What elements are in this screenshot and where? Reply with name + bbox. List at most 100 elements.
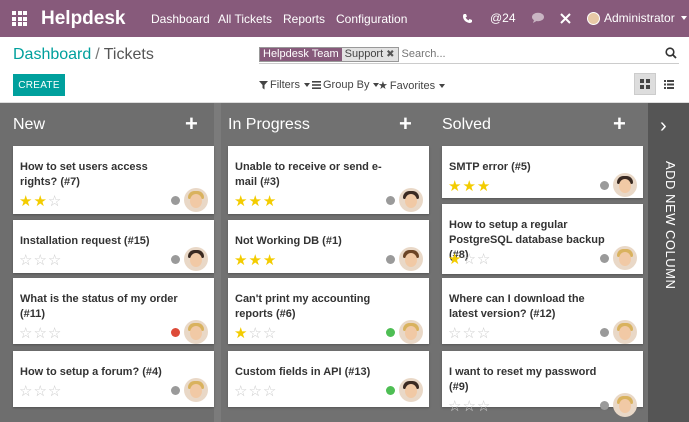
priority-stars[interactable]: ☆☆☆ xyxy=(19,251,62,269)
star-filled-icon[interactable]: ★ xyxy=(19,193,33,210)
priority-stars[interactable]: ★★★ xyxy=(448,177,491,195)
priority-stars[interactable]: ★★★ xyxy=(234,251,277,269)
chat-icon[interactable] xyxy=(531,12,545,24)
star-empty-icon[interactable]: ☆ xyxy=(48,252,62,269)
priority-stars[interactable]: ☆☆☆ xyxy=(19,324,62,342)
star-filled-icon[interactable]: ★ xyxy=(234,193,248,210)
user-menu[interactable]: Administrator xyxy=(587,11,687,25)
kanban-state-dot[interactable] xyxy=(171,255,180,264)
chevron-down-icon xyxy=(439,83,446,88)
priority-stars[interactable]: ☆☆☆ xyxy=(448,397,491,415)
star-empty-icon[interactable]: ☆ xyxy=(19,383,33,400)
kanban-state-dot[interactable] xyxy=(600,181,609,190)
star-filled-icon[interactable]: ★ xyxy=(477,178,491,195)
ticket-card[interactable]: How to setup a regular PostgreSQL databa… xyxy=(442,204,643,274)
star-empty-icon[interactable]: ☆ xyxy=(477,325,491,342)
star-empty-icon[interactable]: ☆ xyxy=(48,193,62,210)
star-empty-icon[interactable]: ☆ xyxy=(462,251,476,268)
kanban-state-dot[interactable] xyxy=(386,328,395,337)
favorites-dropdown[interactable]: ★ Favorites xyxy=(378,79,446,92)
menu-dashboard[interactable]: Dashboard xyxy=(151,12,210,26)
kanban-state-dot[interactable] xyxy=(171,196,180,205)
column-add-icon[interactable]: + xyxy=(613,111,626,137)
menu-all-tickets[interactable]: All Tickets xyxy=(218,12,272,26)
priority-stars[interactable]: ☆☆☆ xyxy=(234,382,277,400)
star-empty-icon[interactable]: ☆ xyxy=(448,398,462,415)
star-empty-icon[interactable]: ☆ xyxy=(477,398,491,415)
kanban-state-dot[interactable] xyxy=(386,386,395,395)
star-filled-icon[interactable]: ★ xyxy=(263,193,277,210)
mentions-counter[interactable]: @24 xyxy=(490,11,516,25)
control-panel: Dashboard / Tickets CREATE Helpdesk Team S… xyxy=(0,37,689,103)
search-icon[interactable] xyxy=(665,47,677,59)
breadcrumb-dashboard[interactable]: Dashboard xyxy=(13,46,91,63)
star-filled-icon[interactable]: ★ xyxy=(248,252,262,269)
star-filled-icon[interactable]: ★ xyxy=(234,325,248,342)
star-filled-icon[interactable]: ★ xyxy=(234,252,248,269)
ticket-card[interactable]: I want to reset my password (#9) ☆☆☆ xyxy=(442,351,643,417)
add-new-column-button[interactable]: › ADD NEW COLUMN xyxy=(648,103,689,422)
star-filled-icon[interactable]: ★ xyxy=(448,251,462,268)
menu-configuration[interactable]: Configuration xyxy=(336,12,407,26)
search-input[interactable] xyxy=(401,48,642,60)
apps-grid-icon[interactable] xyxy=(12,11,27,26)
kanban-state-dot[interactable] xyxy=(386,255,395,264)
star-empty-icon[interactable]: ☆ xyxy=(33,383,47,400)
kanban-state-dot[interactable] xyxy=(600,401,609,410)
ticket-card[interactable]: What is the status of my order (#11) ☆☆☆ xyxy=(13,278,214,344)
list-view-button[interactable] xyxy=(658,73,680,95)
filters-dropdown[interactable]: Filters xyxy=(259,79,310,91)
ticket-card[interactable]: SMTP error (#5) ★★★ xyxy=(442,146,643,198)
tools-icon[interactable] xyxy=(560,13,571,24)
kanban-state-dot[interactable] xyxy=(386,196,395,205)
star-empty-icon[interactable]: ☆ xyxy=(248,325,262,342)
star-empty-icon[interactable]: ☆ xyxy=(462,398,476,415)
star-empty-icon[interactable]: ☆ xyxy=(48,383,62,400)
star-empty-icon[interactable]: ☆ xyxy=(263,325,277,342)
kanban-state-dot[interactable] xyxy=(171,328,180,337)
priority-stars[interactable]: ★★★ xyxy=(234,192,277,210)
star-empty-icon[interactable]: ☆ xyxy=(19,252,33,269)
star-empty-icon[interactable]: ☆ xyxy=(234,383,248,400)
star-empty-icon[interactable]: ☆ xyxy=(48,325,62,342)
ticket-card[interactable]: Unable to receive or send e-mail (#3) ★★★ xyxy=(228,146,429,214)
star-filled-icon[interactable]: ★ xyxy=(448,178,462,195)
column-add-icon[interactable]: + xyxy=(399,111,412,137)
kanban-state-dot[interactable] xyxy=(600,328,609,337)
star-empty-icon[interactable]: ☆ xyxy=(33,252,47,269)
star-empty-icon[interactable]: ☆ xyxy=(19,325,33,342)
star-empty-icon[interactable]: ☆ xyxy=(248,383,262,400)
kanban-view-button[interactable] xyxy=(634,73,656,95)
ticket-card[interactable]: Custom fields in API (#13) ☆☆☆ xyxy=(228,351,429,407)
kanban-state-dot[interactable] xyxy=(171,386,180,395)
star-empty-icon[interactable]: ☆ xyxy=(33,325,47,342)
menu-reports[interactable]: Reports xyxy=(283,12,325,26)
facet-remove-icon[interactable]: ✖ xyxy=(386,47,398,61)
ticket-title: Custom fields in API (#13) xyxy=(235,366,371,378)
ticket-card[interactable]: Not Working DB (#1) ★★★ xyxy=(228,220,429,273)
column-add-icon[interactable]: + xyxy=(185,111,198,137)
ticket-card[interactable]: Can't print my accounting reports (#6) ★☆… xyxy=(228,278,429,344)
star-empty-icon[interactable]: ☆ xyxy=(462,325,476,342)
phone-icon[interactable] xyxy=(462,13,473,24)
create-button[interactable]: CREATE xyxy=(13,74,65,96)
star-filled-icon[interactable]: ★ xyxy=(263,252,277,269)
ticket-card[interactable]: Installation request (#15) ☆☆☆ xyxy=(13,220,214,273)
priority-stars[interactable]: ☆☆☆ xyxy=(19,382,62,400)
ticket-card[interactable]: Where can I download the latest version?… xyxy=(442,278,643,344)
star-empty-icon[interactable]: ☆ xyxy=(477,251,491,268)
priority-stars[interactable]: ☆☆☆ xyxy=(448,324,491,342)
ticket-card[interactable]: How to setup a forum? (#4) ☆☆☆ xyxy=(13,351,214,407)
kanban-state-dot[interactable] xyxy=(600,254,609,263)
assignee-avatar xyxy=(613,393,637,417)
priority-stars[interactable]: ★★☆ xyxy=(19,192,62,210)
star-filled-icon[interactable]: ★ xyxy=(33,193,47,210)
star-filled-icon[interactable]: ★ xyxy=(462,178,476,195)
star-filled-icon[interactable]: ★ xyxy=(248,193,262,210)
star-empty-icon[interactable]: ☆ xyxy=(263,383,277,400)
priority-stars[interactable]: ★☆☆ xyxy=(234,324,277,342)
star-empty-icon[interactable]: ☆ xyxy=(448,325,462,342)
ticket-card[interactable]: How to set users access rights? (#7) ★★☆ xyxy=(13,146,214,214)
priority-stars[interactable]: ★☆☆ xyxy=(448,250,491,268)
group-by-dropdown[interactable]: Group By xyxy=(312,79,380,91)
